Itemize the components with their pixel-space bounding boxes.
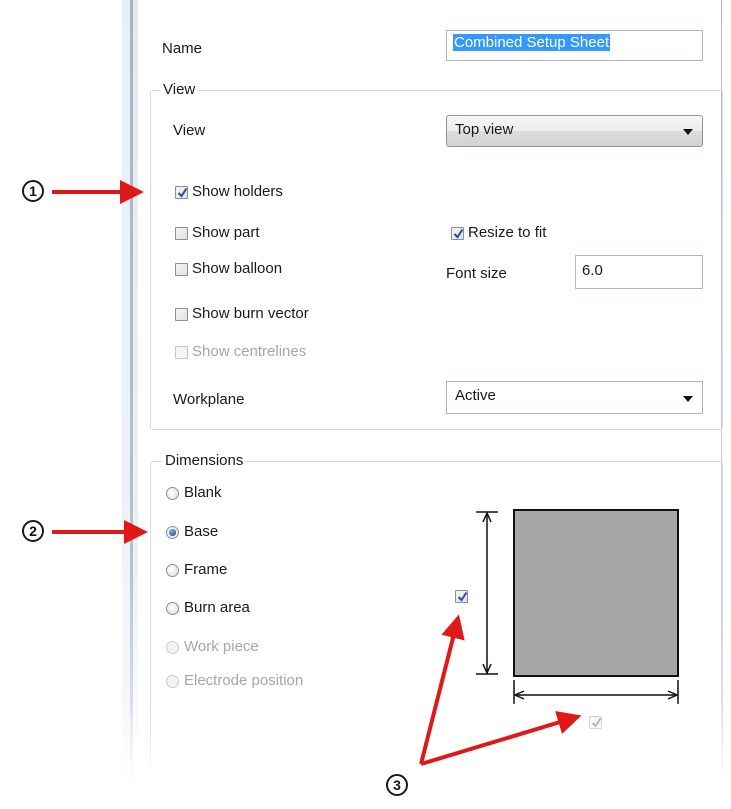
callout-3-arrow-up — [419, 614, 465, 765]
callout-3-arrow-right — [420, 710, 582, 766]
callout-3-badge: 3 — [386, 774, 408, 796]
callout-2-badge: 2 — [22, 520, 44, 542]
callout-1-badge: 1 — [22, 180, 44, 202]
annotation-arrows — [52, 180, 582, 766]
